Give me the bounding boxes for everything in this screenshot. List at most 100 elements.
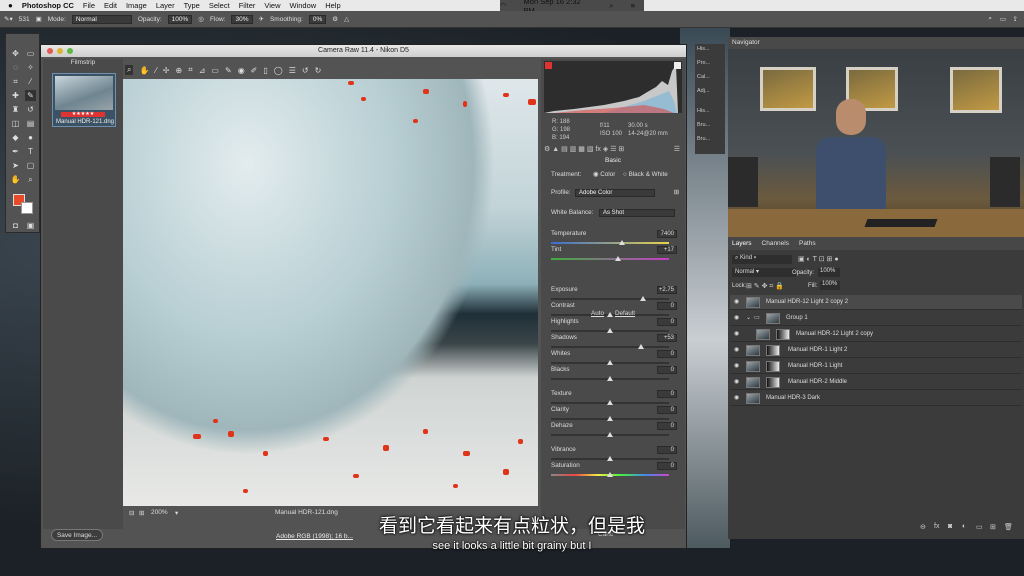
- slider-track[interactable]: [551, 328, 669, 333]
- rating-stars[interactable]: ★★★★★: [61, 112, 105, 117]
- layer-opacity-field[interactable]: 100%: [818, 268, 840, 277]
- slider-thumb[interactable]: [607, 400, 613, 405]
- quick-select-icon[interactable]: ✧: [25, 62, 36, 73]
- eyedropper-icon[interactable]: ⁄: [25, 76, 36, 87]
- menu-window[interactable]: Window: [290, 1, 317, 10]
- lock-icons[interactable]: ⊞ ✎ ✥ ⌗ 🔒: [746, 282, 784, 291]
- slider-thumb[interactable]: [607, 376, 613, 381]
- visibility-eye-icon[interactable]: ◉: [734, 363, 740, 369]
- share-icon[interactable]: ⇪: [1013, 15, 1018, 23]
- slider-track[interactable]: [551, 400, 669, 405]
- profile-browser-icon[interactable]: ⊞: [674, 189, 679, 196]
- opacity-field[interactable]: 100%: [167, 14, 193, 24]
- dock-calibration[interactable]: Cal...: [697, 74, 710, 80]
- marquee-tool-icon[interactable]: ▭: [25, 48, 36, 59]
- zoom-tool-icon[interactable]: ⌕: [125, 65, 134, 75]
- slider-value-field[interactable]: 0: [657, 390, 677, 398]
- blend-mode-select[interactable]: Normal ▾: [732, 268, 796, 277]
- menu-filter[interactable]: Filter: [239, 1, 256, 10]
- dock-adjustments[interactable]: Adj...: [697, 88, 710, 94]
- workspace-icon[interactable]: ▭: [1000, 15, 1006, 23]
- history-brush-icon[interactable]: ↺: [25, 104, 36, 115]
- menu-select[interactable]: Select: [209, 1, 230, 10]
- layer-name[interactable]: Manual HDR-12 Light 2 copy 2: [766, 299, 848, 305]
- slider-value-field[interactable]: 0: [657, 366, 677, 374]
- dock-history[interactable]: His...: [697, 46, 710, 52]
- menu-type[interactable]: Type: [184, 1, 200, 10]
- kind-filter[interactable]: ⌕ Kind ▾: [732, 255, 792, 264]
- rotate-right-icon[interactable]: ↻: [315, 66, 322, 75]
- auto-link[interactable]: Auto: [591, 310, 604, 317]
- rotate-left-icon[interactable]: ↺: [302, 66, 309, 75]
- treatment-color-radio[interactable]: ◉ Color: [593, 171, 615, 178]
- menu-help[interactable]: Help: [325, 1, 340, 10]
- zoom-tool-icon[interactable]: ⌕: [25, 174, 36, 185]
- apple-icon[interactable]: ●: [8, 1, 13, 10]
- slider-value-field[interactable]: 0: [657, 462, 677, 470]
- pen-tool-icon[interactable]: ✒: [10, 146, 21, 157]
- layer-row[interactable]: ◉ Manual HDR-12 Light 2 copy: [730, 327, 1022, 342]
- wifi-icon[interactable]: ◠: [500, 1, 507, 10]
- disclosure-chevron-icon[interactable]: ⌄: [746, 314, 751, 321]
- dock-histogram[interactable]: His...: [697, 108, 710, 114]
- tab-presets-icon[interactable]: ☰: [610, 146, 616, 153]
- menu-layer[interactable]: Layer: [156, 1, 175, 10]
- slider-thumb[interactable]: [607, 456, 613, 461]
- layer-row[interactable]: ◉ Manual HDR-12 Light 2 copy 2: [730, 295, 1022, 310]
- pressure-opacity-icon[interactable]: ◎: [198, 15, 204, 23]
- tab-split-toning-icon[interactable]: ▦: [578, 146, 585, 153]
- tab-channels[interactable]: Channels: [762, 240, 789, 247]
- slider-thumb[interactable]: [607, 328, 613, 333]
- tab-basic-icon[interactable]: ⚙: [544, 146, 550, 153]
- slider-thumb[interactable]: [607, 472, 613, 477]
- dock-properties[interactable]: Pro...: [697, 60, 710, 66]
- visibility-eye-icon[interactable]: ◉: [734, 379, 740, 385]
- slider-thumb[interactable]: [607, 360, 613, 365]
- slider-track[interactable]: [551, 344, 669, 349]
- slider-thumb[interactable]: [607, 416, 613, 421]
- targeted-adjust-icon[interactable]: ⊕: [176, 66, 183, 75]
- crop-tool-icon[interactable]: ⌗: [10, 76, 21, 87]
- preferences-icon[interactable]: ☰: [289, 66, 296, 75]
- layer-row[interactable]: ◉ Manual HDR-1 Light 2: [730, 343, 1022, 358]
- tab-tone-curve-icon[interactable]: ▲: [552, 146, 559, 153]
- graduated-filter-icon[interactable]: ▯: [263, 66, 267, 75]
- dock-brushes[interactable]: Bru...: [697, 122, 710, 128]
- slider-track[interactable]: [551, 296, 669, 301]
- spot-removal-icon[interactable]: ✎: [225, 66, 232, 75]
- slider-track[interactable]: [551, 456, 669, 461]
- white-balance-tool-icon[interactable]: ⁄: [155, 66, 156, 75]
- layer-row[interactable]: ◉ Manual HDR-2 Middle: [730, 375, 1022, 390]
- brush-tool-icon[interactable]: ✎▾: [4, 15, 13, 23]
- default-link[interactable]: Default: [615, 310, 635, 317]
- clipping-warning-shadows-icon[interactable]: [545, 62, 552, 69]
- search-icon[interactable]: ⌕: [988, 15, 992, 23]
- slider-track[interactable]: [551, 376, 669, 381]
- slider-value-field[interactable]: +2.75: [657, 286, 677, 294]
- layer-filter-icons[interactable]: ▣ ◐ T ⊡ ⊞ ●: [798, 255, 839, 263]
- menu-image[interactable]: Image: [126, 1, 147, 10]
- treatment-bw-radio[interactable]: ○ Black & White: [623, 171, 668, 178]
- filmstrip-thumbnail[interactable]: ★★★★★ Manual HDR-121.dng: [52, 73, 116, 127]
- visibility-eye-icon[interactable]: ◉: [734, 347, 740, 353]
- slider-thumb[interactable]: [615, 256, 622, 261]
- color-sampler-icon[interactable]: ✢: [163, 66, 170, 75]
- layer-name[interactable]: Manual HDR-2 Middle: [788, 379, 847, 385]
- flow-field[interactable]: 30%: [231, 14, 253, 24]
- slider-track[interactable]: [551, 240, 669, 245]
- menu-file[interactable]: File: [83, 1, 95, 10]
- gear-icon[interactable]: ⚙: [332, 15, 338, 23]
- slider-value-field[interactable]: +17: [657, 246, 677, 254]
- slider-value-field[interactable]: 0: [657, 302, 677, 310]
- close-window-icon[interactable]: [47, 48, 53, 54]
- tab-detail-icon[interactable]: ▤: [561, 146, 568, 153]
- slider-thumb[interactable]: [637, 344, 644, 349]
- layer-name[interactable]: Manual HDR-12 Light 2 copy: [796, 331, 873, 337]
- white-balance-select[interactable]: As Shot: [599, 209, 675, 217]
- gradient-tool-icon[interactable]: ▤: [25, 118, 36, 129]
- panel-menu-icon[interactable]: ☰: [674, 145, 680, 153]
- healing-tool-icon[interactable]: ✚: [10, 90, 21, 101]
- adjustment-brush-icon[interactable]: ✐: [251, 66, 258, 75]
- layer-name[interactable]: Manual HDR-1 Light: [788, 363, 842, 369]
- smoothing-field[interactable]: 0%: [308, 14, 327, 24]
